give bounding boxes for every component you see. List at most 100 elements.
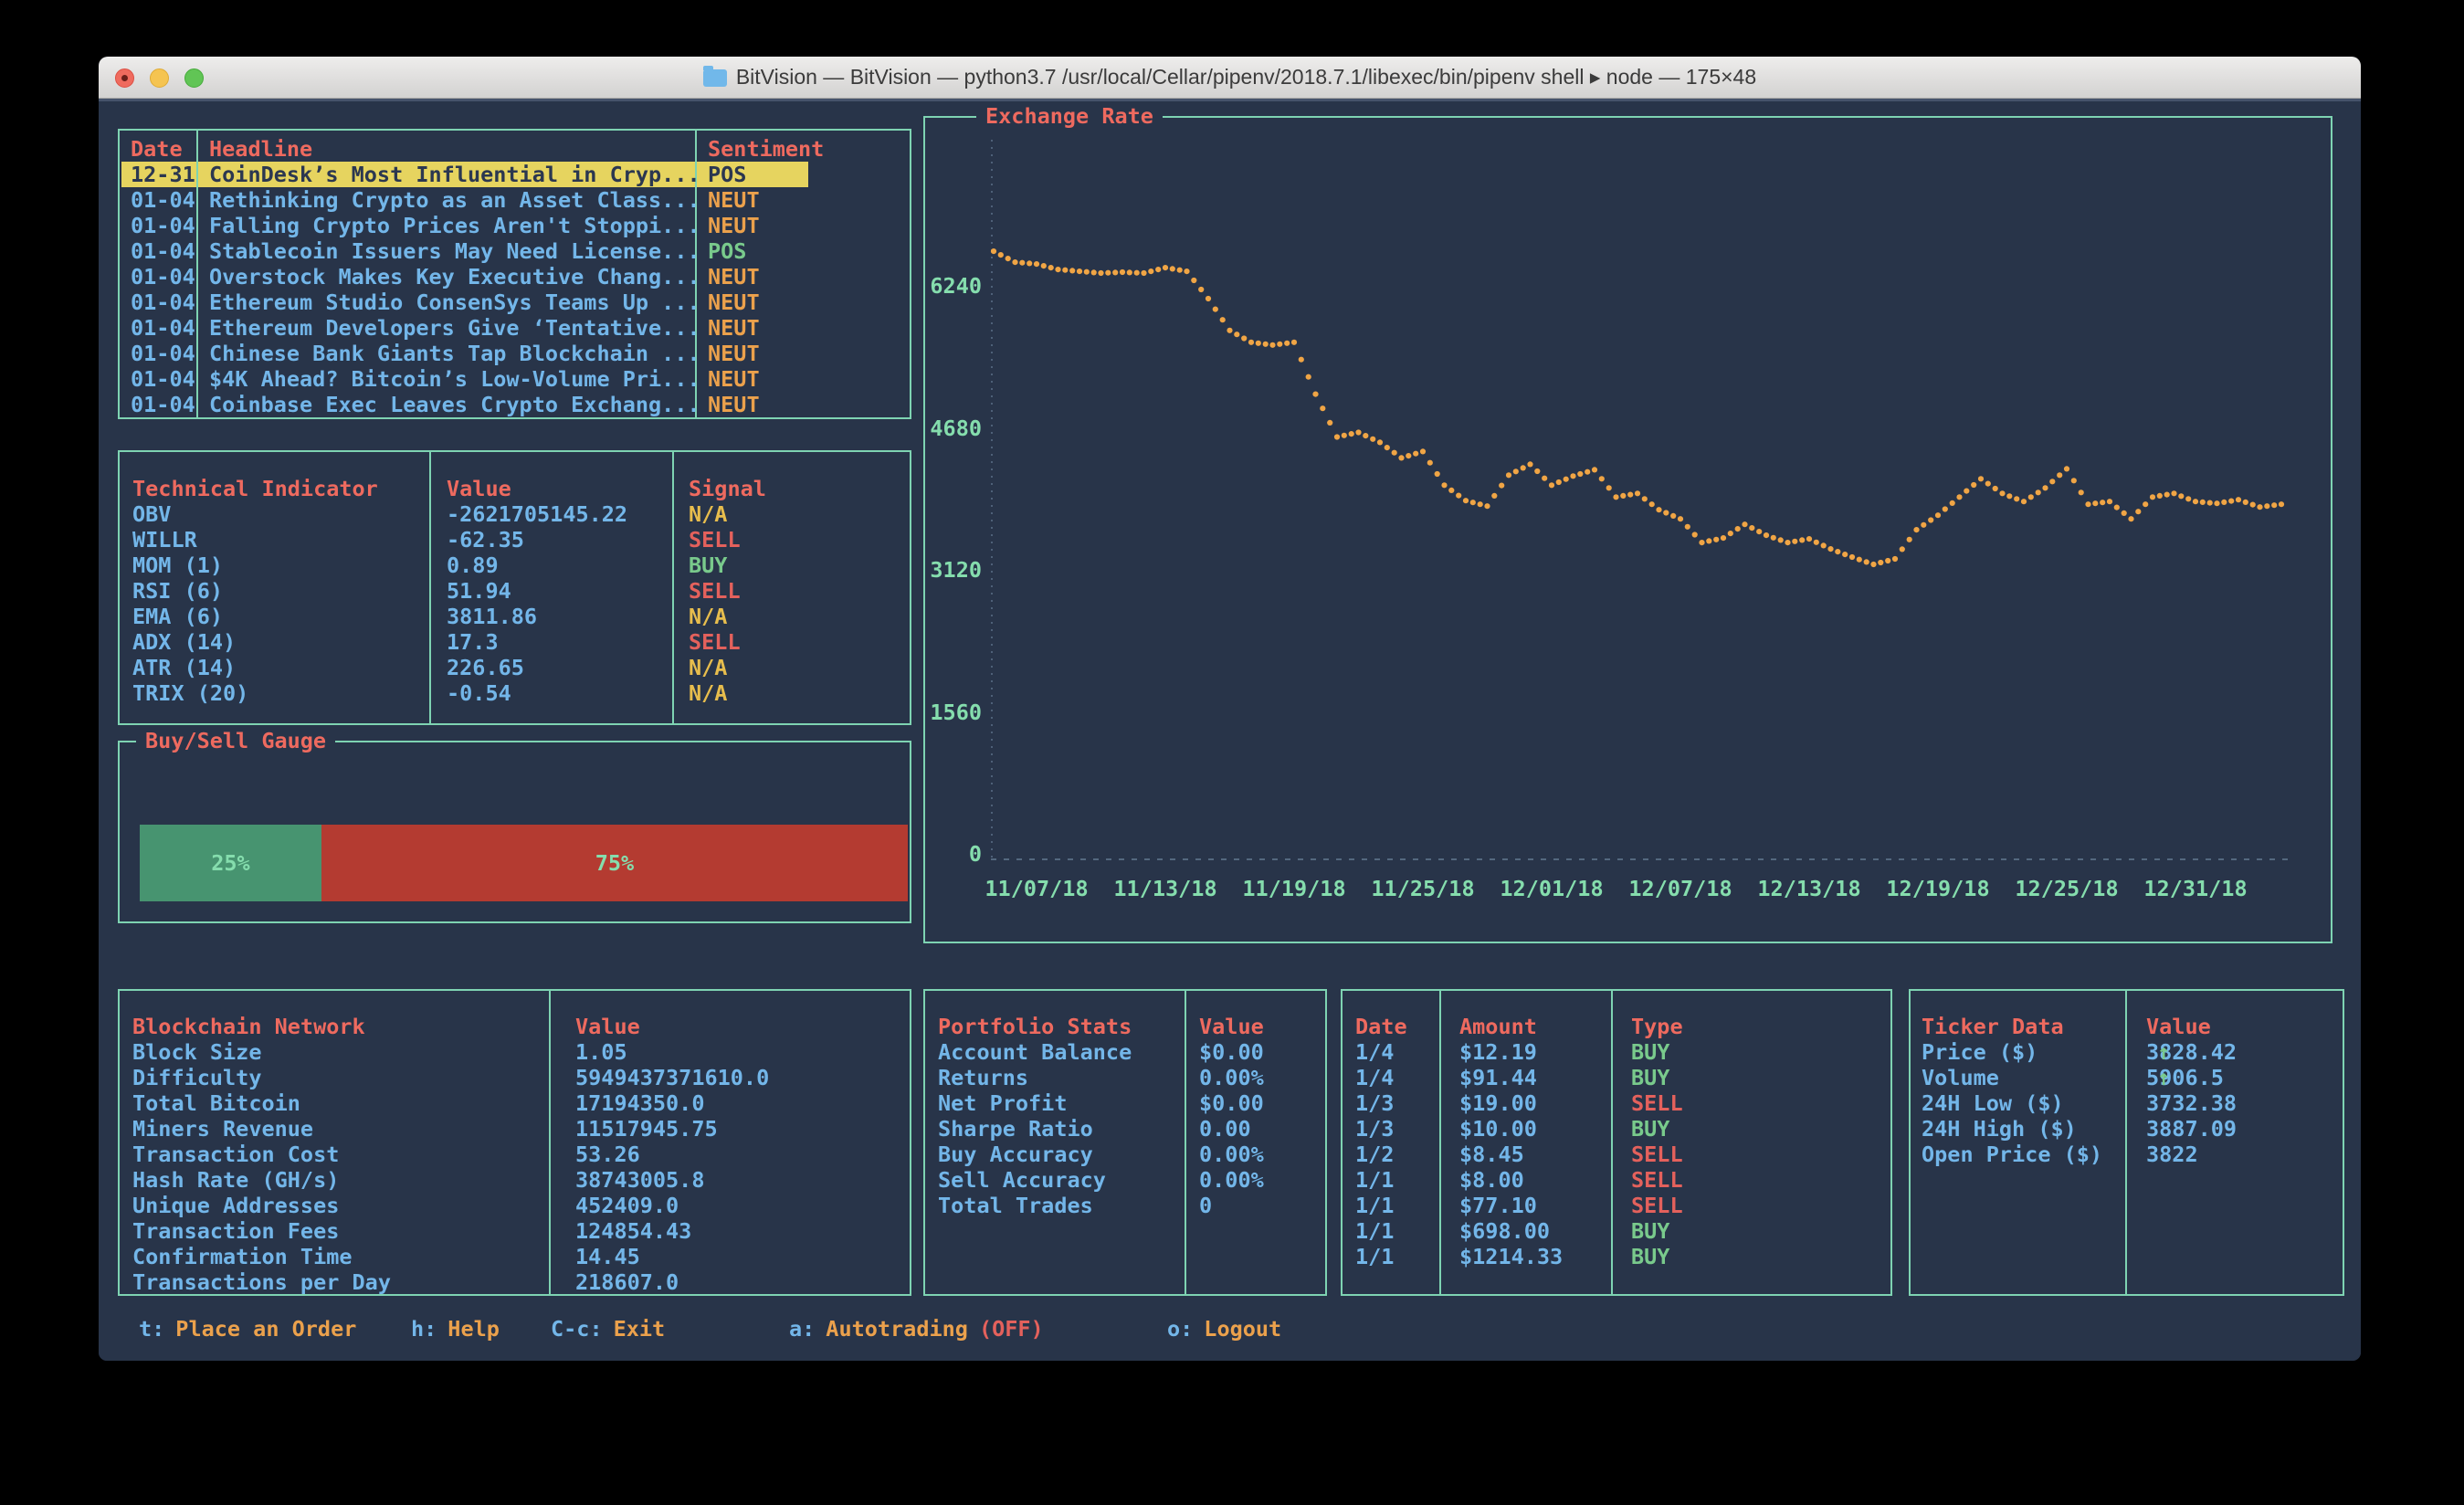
cell-sentiment: NEUT: [708, 187, 760, 213]
table-row: Buy Accuracy0.00%: [925, 1142, 1325, 1167]
cell-sentiment: POS: [708, 162, 746, 187]
x-tick-label: 11/07/18: [973, 876, 1100, 901]
trades-header: Date Amount Type: [1343, 1014, 1890, 1039]
cell-indicator: WILLR: [132, 527, 197, 553]
table-row: 1/1$8.00SELL: [1343, 1167, 1890, 1193]
x-tick-label: 11/25/18: [1359, 876, 1487, 901]
hint-autotrading: a:Autotrading(OFF): [789, 1316, 1044, 1342]
table-row: Account Balance$0.00: [925, 1039, 1325, 1065]
table-row: 24H Low ($)3732.38: [1911, 1090, 2343, 1116]
table-row: Sharpe Ratio0.00: [925, 1116, 1325, 1142]
cell-value: 0: [1199, 1193, 1212, 1218]
cell-value: 3822: [2146, 1142, 2198, 1167]
cell-value: 452409.0: [575, 1193, 679, 1218]
gauge-sell-label: 75%: [595, 850, 634, 876]
y-tick-label: 3120: [925, 557, 982, 583]
cell-name: Net Profit: [938, 1090, 1067, 1116]
cell-type: SELL: [1631, 1193, 1683, 1218]
table-row: ATR (14) 226.65 N/A: [120, 655, 910, 680]
buy-sell-gauge-panel: Buy/Sell Gauge 25% 75%: [118, 741, 911, 923]
cell-signal: SELL: [689, 527, 741, 553]
cell-amount: $91.44: [1459, 1065, 1537, 1090]
table-row: 1/3$19.00SELL: [1343, 1090, 1890, 1116]
table-row[interactable]: 01-04 $4K Ahead? Bitcoin’s Low-Volume Pr…: [120, 366, 910, 392]
cell-value: 11517945.75: [575, 1116, 718, 1142]
col-type: Type: [1631, 1014, 1683, 1039]
table-row[interactable]: 01-04 Chinese Bank Giants Tap Blockchain…: [120, 341, 910, 366]
cell-date: 1/1: [1355, 1193, 1394, 1218]
cell-name: Returns: [938, 1065, 1028, 1090]
table-row: Open Price ($)3822: [1911, 1142, 2343, 1167]
cell-date: 01-04: [131, 366, 195, 392]
cell-name: Total Trades: [938, 1193, 1093, 1218]
cell-headline: Ethereum Studio ConsenSys Teams Up ...: [209, 289, 700, 315]
table-row: Confirmation Time14.45: [120, 1244, 910, 1269]
table-row[interactable]: 01-04 Ethereum Developers Give ‘Tentativ…: [120, 315, 910, 341]
cell-type: SELL: [1631, 1167, 1683, 1193]
cell-name: Total Bitcoin: [132, 1090, 300, 1116]
cell-value: 3732.38: [2146, 1090, 2237, 1116]
headlines-panel: Date Headline Sentiment 12-31 CoinDesk’s…: [118, 129, 911, 419]
terminal-window: BitVision — BitVision — python3.7 /usr/l…: [99, 57, 2361, 1361]
blockchain-network-panel: Blockchain Network Value Block Size1.05 …: [118, 989, 911, 1296]
cell-signal: N/A: [689, 501, 727, 527]
x-tick-label: 12/01/18: [1488, 876, 1616, 901]
col-headline: Headline: [209, 136, 312, 162]
table-row[interactable]: 12-31 CoinDesk’s Most Influential in Cry…: [120, 162, 910, 187]
cell-value: 1.05: [575, 1039, 627, 1065]
cell-value: 17194350.0: [575, 1090, 704, 1116]
cell-date: 1/1: [1355, 1167, 1394, 1193]
cell-value: 0.00%: [1199, 1167, 1264, 1193]
cell-type: SELL: [1631, 1142, 1683, 1167]
cell-name: Unique Addresses: [132, 1193, 339, 1218]
hint-logout: o:Logout: [1167, 1316, 1281, 1342]
cell-indicator: EMA (6): [132, 604, 223, 629]
table-row: 1/4$12.19BUY: [1343, 1039, 1890, 1065]
cell-date: 12-31: [131, 162, 195, 187]
cell-name: Sell Accuracy: [938, 1167, 1106, 1193]
cell-type: BUY: [1631, 1116, 1669, 1142]
cell-date: 01-04: [131, 238, 195, 264]
table-row: OBV -2621705145.22 N/A: [120, 501, 910, 527]
cell-date: 01-04: [131, 341, 195, 366]
table-row: Transaction Fees124854.43: [120, 1218, 910, 1244]
cell-name: Buy Accuracy: [938, 1142, 1093, 1167]
cell-amount: $1214.33: [1459, 1244, 1563, 1269]
cell-value: -2621705145.22: [447, 501, 627, 527]
cell-value: $0.00: [1199, 1090, 1264, 1116]
cell-type: BUY: [1631, 1244, 1669, 1269]
price-line-chart: [925, 118, 2331, 942]
table-row[interactable]: 01-04 Coinbase Exec Leaves Crypto Exchan…: [120, 392, 910, 417]
cell-date: 01-04: [131, 187, 195, 213]
table-row: 1/4$91.44BUY: [1343, 1065, 1890, 1090]
table-row[interactable]: 01-04 Overstock Makes Key Executive Chan…: [120, 264, 910, 289]
titlebar: BitVision — BitVision — python3.7 /usr/l…: [99, 57, 2361, 99]
table-row[interactable]: 01-04 Stablecoin Issuers May Need Licens…: [120, 238, 910, 264]
gauge-buy-segment: 25%: [140, 825, 321, 901]
table-row[interactable]: 01-04 Falling Crypto Prices Aren't Stopp…: [120, 213, 910, 238]
cell-headline: Overstock Makes Key Executive Chang...: [209, 264, 700, 289]
cell-value: -0.54: [447, 680, 511, 706]
table-row: Block Size1.05: [120, 1039, 910, 1065]
cell-indicator: RSI (6): [132, 578, 223, 604]
table-row: Unique Addresses 452409.0: [120, 1193, 910, 1218]
table-row[interactable]: 01-04 Ethereum Studio ConsenSys Teams Up…: [120, 289, 910, 315]
col-value: Value: [2146, 1014, 2211, 1039]
cell-sentiment: POS: [708, 238, 746, 264]
key-ctrl-c: C-c:: [551, 1316, 603, 1342]
col-date: Date: [1355, 1014, 1407, 1039]
headlines-header: Date Headline Sentiment: [120, 136, 910, 162]
cell-headline: $4K Ahead? Bitcoin’s Low-Volume Pri...: [209, 366, 700, 392]
cell-amount: $19.00: [1459, 1090, 1537, 1116]
indicators-header: Technical Indicator Value Signal: [120, 476, 910, 501]
cell-signal: SELL: [689, 578, 741, 604]
cell-value: 3887.09: [2146, 1116, 2237, 1142]
table-row[interactable]: 01-04 Rethinking Crypto as an Asset Clas…: [120, 187, 910, 213]
cell-headline: Rethinking Crypto as an Asset Class...: [209, 187, 700, 213]
cell-date: 01-04: [131, 392, 195, 417]
y-tick-label: 4680: [925, 416, 982, 441]
key-o: o:: [1167, 1316, 1193, 1342]
table-row: MOM (1) 0.89 BUY: [120, 553, 910, 578]
cell-name: Confirmation Time: [132, 1244, 353, 1269]
cell-date: 01-04: [131, 315, 195, 341]
